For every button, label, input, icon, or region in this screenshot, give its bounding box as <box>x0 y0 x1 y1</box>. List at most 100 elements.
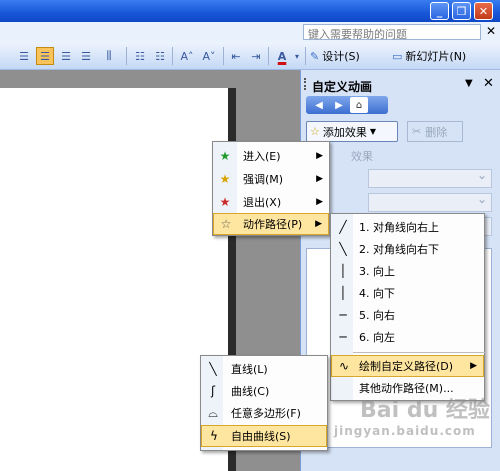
submenu-arrow-icon: ▶ <box>316 151 323 161</box>
menu-item-label: 6. 向左 <box>359 331 395 344</box>
help-close-icon[interactable]: ✕ <box>484 24 498 40</box>
pane-menu-icon[interactable]: ▼ <box>465 78 473 89</box>
minimize-button[interactable]: _ <box>430 2 449 20</box>
menu-item-entrance[interactable]: ★ 进入(E) ▶ <box>213 145 329 167</box>
help-search-input[interactable]: 键入需要帮助的问题 <box>303 24 481 41</box>
menu-item-label: 进入(E) <box>243 150 281 163</box>
design-label: 设计(S) <box>322 50 360 63</box>
motion-path-star-icon: ☆ <box>220 217 232 231</box>
menu-item-label: 动作路径(P) <box>243 218 303 231</box>
menu-item-label: 任意多边形(F) <box>231 407 301 420</box>
menu-item-label: 强调(M) <box>243 173 284 186</box>
home-icon[interactable]: ⌂ <box>350 97 368 113</box>
toolbar-divider <box>268 47 269 65</box>
submenu-arrow-icon: ▶ <box>316 197 323 207</box>
delete-icon: ✂ <box>412 125 422 138</box>
emphasis-star-icon: ★ <box>219 172 231 186</box>
custom-path-menu: ╲ 直线(L) ʃ 曲线(C) ⌓ 任意多边形(F) ϟ 自由曲线(S) <box>200 355 328 451</box>
delete-button[interactable]: ✂ 删除 <box>407 121 463 142</box>
menu-item-label: 1. 对角线向右上 <box>359 221 439 234</box>
menu-item-draw-custom-path[interactable]: ∿ 绘制自定义路径(D) ▶ <box>331 355 484 377</box>
submenu-arrow-icon: ▶ <box>470 361 477 371</box>
font-color-dropdown-icon[interactable]: ▾ <box>292 47 302 65</box>
title-bar <box>0 0 500 22</box>
menu-item-left[interactable]: ─ 6. 向左 <box>331 326 484 348</box>
menu-item-label: 2. 对角线向右下 <box>359 243 439 256</box>
menu-item-label: 5. 向右 <box>359 309 395 322</box>
straight-line-icon: ╲ <box>209 362 217 376</box>
increase-font-icon[interactable]: A˄ <box>177 47 197 65</box>
add-effect-button[interactable]: ☆ 添加效果 ▼ <box>306 121 398 142</box>
menu-item-label: 自由曲线(S) <box>231 430 291 443</box>
diagonal-up-right-icon: ╱ <box>339 220 347 234</box>
watermark-url: jingyan.baidu.com <box>334 424 476 438</box>
new-slide-button[interactable]: ▭ 新幻灯片(N) <box>392 47 496 65</box>
back-icon[interactable]: ◀ <box>310 97 328 113</box>
watermark: Bai du 经验 <box>360 398 490 423</box>
draw-custom-path-icon: ∿ <box>338 359 350 373</box>
menu-item-label: 4. 向下 <box>359 287 395 300</box>
forward-icon[interactable]: ▶ <box>330 97 348 113</box>
justify-icon[interactable]: ☰ <box>78 47 94 65</box>
new-slide-icon: ▭ <box>392 49 403 63</box>
entrance-star-icon: ★ <box>219 149 231 163</box>
align-center-icon[interactable]: ☰ <box>36 47 54 65</box>
toolbar-divider <box>172 47 173 65</box>
menu-item-motion-path[interactable]: ☆ 动作路径(P) ▶ <box>213 213 329 235</box>
new-slide-label: 新幻灯片(N) <box>405 50 467 63</box>
diagonal-down-right-icon: ╲ <box>339 242 347 256</box>
submenu-arrow-icon: ▶ <box>315 219 322 229</box>
pane-title: 自定义动画 <box>312 80 373 94</box>
design-icon: ✎ <box>310 49 320 63</box>
menu-item-label: 直线(L) <box>231 363 268 376</box>
toolbar-divider <box>305 47 306 65</box>
dropdown-icon: ▼ <box>369 127 377 136</box>
menu-item-diagonal-up-right[interactable]: ╱ 1. 对角线向右上 <box>331 216 484 238</box>
decrease-indent-icon[interactable]: ⇤ <box>228 47 244 65</box>
menu-item-label: 绘制自定义路径(D) <box>359 360 454 373</box>
decrease-font-icon[interactable]: A˅ <box>199 47 219 65</box>
align-right-icon[interactable]: ☰ <box>58 47 74 65</box>
menu-item-exit[interactable]: ★ 退出(X) ▶ <box>213 191 329 213</box>
design-button[interactable]: ✎ 设计(S) <box>310 47 390 65</box>
pane-navigation: ◀ ▶ ⌂ <box>306 96 388 114</box>
bullet-list-icon[interactable]: ☷ <box>152 47 168 65</box>
add-effect-star-icon: ☆ <box>310 125 320 138</box>
menu-item-scribble[interactable]: ϟ 自由曲线(S) <box>201 425 327 447</box>
distribute-icon[interactable]: ⫼ <box>98 47 120 65</box>
menu-item-down[interactable]: │ 4. 向下 <box>331 282 484 304</box>
toolbar-divider <box>126 47 127 65</box>
slide-canvas[interactable] <box>0 88 228 471</box>
exit-star-icon: ★ <box>219 195 231 209</box>
effect-section-label: 效果 <box>351 150 373 163</box>
close-window-button[interactable]: ✕ <box>474 2 493 20</box>
menu-item-diagonal-down-right[interactable]: ╲ 2. 对角线向右下 <box>331 238 484 260</box>
start-select[interactable] <box>368 168 492 188</box>
up-line-icon: │ <box>339 264 347 278</box>
numbered-list-icon[interactable]: ☷ <box>132 47 148 65</box>
delete-label: 删除 <box>425 125 448 139</box>
menu-item-right[interactable]: ─ 5. 向右 <box>331 304 484 326</box>
left-line-icon: ─ <box>339 330 347 344</box>
maximize-button[interactable]: ❐ <box>452 2 471 20</box>
add-effect-menu: ★ 进入(E) ▶ ★ 强调(M) ▶ ★ 退出(X) ▶ ☆ 动作路径(P) … <box>212 141 330 236</box>
curve-icon: ʃ <box>210 384 216 398</box>
menu-item-label: 3. 向上 <box>359 265 395 278</box>
down-line-icon: │ <box>339 286 347 300</box>
menu-item-freeform[interactable]: ⌓ 任意多边形(F) <box>201 402 327 424</box>
menu-item-up[interactable]: │ 3. 向上 <box>331 260 484 282</box>
pane-grip-icon[interactable] <box>304 78 307 90</box>
menu-item-line[interactable]: ╲ 直线(L) <box>201 358 327 380</box>
align-left-icon[interactable]: ☰ <box>16 47 32 65</box>
pane-close-icon[interactable]: ✕ <box>483 76 494 91</box>
increase-indent-icon[interactable]: ⇥ <box>248 47 264 65</box>
menu-item-curve[interactable]: ʃ 曲线(C) <box>201 380 327 402</box>
menu-item-label: 曲线(C) <box>231 385 270 398</box>
motion-path-menu: ╱ 1. 对角线向右上 ╲ 2. 对角线向右下 │ 3. 向上 │ 4. 向下 … <box>330 213 485 401</box>
menu-separator <box>353 352 485 353</box>
menu-item-emphasis[interactable]: ★ 强调(M) ▶ <box>213 168 329 190</box>
scribble-icon: ϟ <box>210 429 218 443</box>
font-color-button[interactable]: A <box>272 47 292 65</box>
add-effect-label: 添加效果 <box>322 125 367 139</box>
property-select[interactable] <box>368 192 492 212</box>
